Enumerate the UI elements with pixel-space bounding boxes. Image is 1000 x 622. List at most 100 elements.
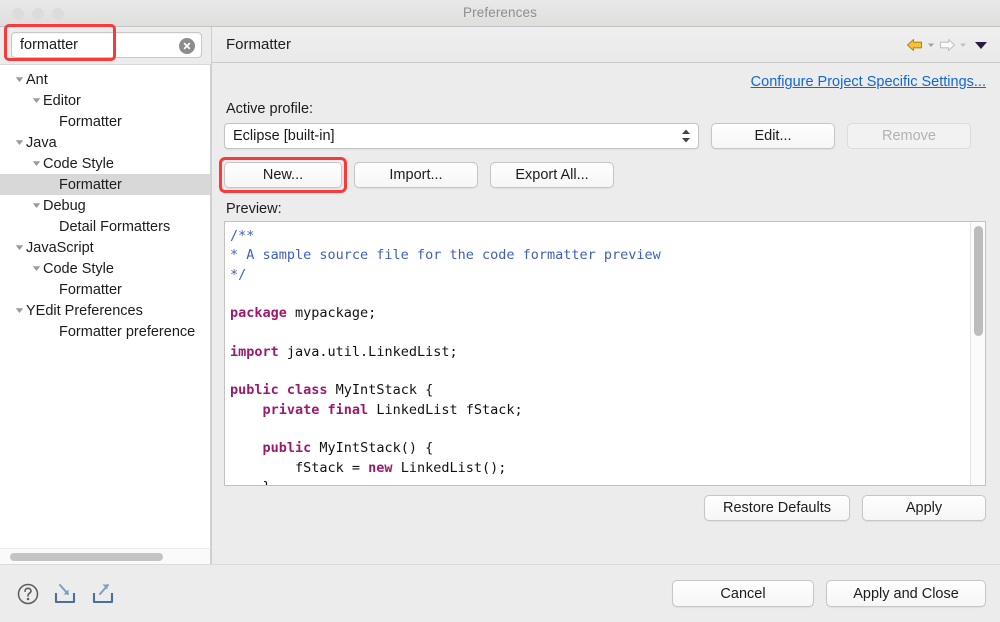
triangle-down-icon[interactable] (13, 138, 26, 147)
triangle-down-icon[interactable] (30, 159, 43, 168)
code-token: mypackage; (287, 305, 376, 321)
configure-project-specific-settings-link[interactable]: Configure Project Specific Settings... (751, 74, 986, 90)
tree-item-formatter[interactable]: Formatter (0, 111, 210, 132)
code-line: * A sample source file for the code form… (230, 246, 970, 265)
view-menu-triangle-down-icon[interactable] (974, 40, 988, 50)
footer-buttons: Cancel Apply and Close (672, 580, 986, 607)
navigation-icons (906, 37, 988, 53)
tree-item-formatter-preference[interactable]: Formatter preference (0, 321, 210, 342)
back-dropdown-caret-icon[interactable] (927, 41, 935, 49)
edit-profile-button[interactable]: Edit... (711, 123, 835, 149)
help-question-mark-icon[interactable] (16, 582, 40, 606)
export-preferences-icon[interactable] (90, 582, 116, 606)
title-bar: Preferences (0, 0, 1000, 27)
footer-icon-group (16, 582, 672, 606)
code-line: public class MyIntStack { (230, 381, 970, 400)
code-token: LinkedList(); (393, 460, 507, 476)
import-preferences-icon[interactable] (52, 582, 78, 606)
new-profile-button[interactable]: New... (224, 162, 342, 188)
code-line: */ (230, 266, 970, 285)
active-profile-value: Eclipse [built-in] (225, 128, 335, 144)
preferences-window: Preferences formatter Ant Editor Formatter… (0, 0, 1000, 622)
preview-label: Preview: (226, 201, 986, 217)
sidebar: formatter AntEditorFormatterJavaCode Sty… (0, 27, 211, 564)
tree-item-label: Editor (43, 93, 81, 109)
active-profile-select[interactable]: Eclipse [built-in] (224, 123, 699, 149)
forward-dropdown-caret-icon[interactable] (959, 41, 967, 49)
tree-item-formatter[interactable]: Formatter (0, 279, 210, 300)
code-token: public class (230, 382, 328, 398)
code-token: fStack = (230, 460, 368, 476)
cancel-button[interactable]: Cancel (672, 580, 814, 607)
code-token: MyIntStack { (328, 382, 434, 398)
active-profile-label: Active profile: (226, 101, 986, 117)
code-token: import (230, 344, 279, 360)
preferences-tree[interactable]: AntEditorFormatterJavaCode StyleFormatte… (0, 64, 211, 548)
tree-item-label: Code Style (43, 261, 114, 277)
apply-and-close-button[interactable]: Apply and Close (826, 580, 986, 607)
code-line (230, 285, 970, 304)
page-header: Formatter (212, 27, 1000, 63)
tree-horizontal-scrollbar[interactable] (0, 548, 211, 564)
restore-defaults-button[interactable]: Restore Defaults (704, 495, 850, 521)
tree-item-detail-formatters[interactable]: Detail Formatters (0, 216, 210, 237)
back-arrow-icon[interactable] (906, 37, 924, 53)
code-token: LinkedList fStack; (368, 402, 522, 418)
code-token: java.util.LinkedList; (279, 344, 458, 360)
triangle-down-icon[interactable] (30, 201, 43, 210)
tree-item-editor[interactable]: Editor (0, 90, 210, 111)
tree-item-debug[interactable]: Debug (0, 195, 210, 216)
tree-item-label: YEdit Preferences (26, 303, 143, 319)
tree-item-ant[interactable]: Ant (0, 69, 210, 90)
profile-actions-row: New... Import... Export All... (224, 162, 986, 188)
search-input[interactable]: formatter (11, 32, 202, 58)
triangle-down-icon[interactable] (13, 306, 26, 315)
tree-hscroll-thumb[interactable] (10, 553, 163, 561)
tree-item-label: Formatter (59, 282, 122, 298)
code-token: new (368, 460, 392, 476)
clear-search-icon[interactable] (179, 38, 195, 54)
dialog-body: formatter AntEditorFormatterJavaCode Sty… (0, 27, 1000, 564)
code-line: /** (230, 227, 970, 246)
formatter-settings: Configure Project Specific Settings... A… (212, 63, 1000, 564)
select-stepper-icon (681, 129, 691, 143)
export-all-profiles-button[interactable]: Export All... (490, 162, 614, 188)
code-line: private final LinkedList fStack; (230, 401, 970, 420)
forward-arrow-icon[interactable] (938, 37, 956, 53)
tree-item-label: Formatter preference (59, 324, 195, 340)
code-line: fStack = new LinkedList(); (230, 459, 970, 478)
triangle-down-icon[interactable] (13, 75, 26, 84)
tree-item-code-style[interactable]: Code Style (0, 258, 210, 279)
triangle-down-icon[interactable] (13, 243, 26, 252)
tree-item-label: Debug (43, 198, 86, 214)
page-title: Formatter (226, 36, 906, 53)
code-preview-panel: /** * A sample source file for the code f… (224, 221, 986, 486)
code-token: */ (230, 267, 246, 283)
code-token: * A sample source file for the code form… (230, 247, 661, 263)
window-title: Preferences (0, 5, 1000, 20)
triangle-down-icon[interactable] (30, 264, 43, 273)
tree-item-code-style[interactable]: Code Style (0, 153, 210, 174)
code-line (230, 323, 970, 342)
preview-vertical-scrollbar[interactable] (970, 222, 985, 485)
tree-item-javascript[interactable]: JavaScript (0, 237, 210, 258)
dialog-footer: Cancel Apply and Close (0, 564, 1000, 622)
code-preview-text: /** * A sample source file for the code f… (225, 222, 970, 485)
filter-search-container: formatter (11, 32, 202, 58)
tree-item-formatter[interactable]: Formatter (0, 174, 210, 195)
tree-item-label: Code Style (43, 156, 114, 172)
triangle-down-icon[interactable] (30, 96, 43, 105)
tree-item-yedit-preferences[interactable]: YEdit Preferences (0, 300, 210, 321)
code-token: MyIntStack() { (311, 440, 433, 456)
code-line: public MyIntStack() { (230, 439, 970, 458)
preview-vscroll-thumb[interactable] (974, 226, 983, 336)
apply-button[interactable]: Apply (862, 495, 986, 521)
active-profile-row: Eclipse [built-in] Edit... Remove (224, 123, 986, 149)
code-token: private final (263, 402, 369, 418)
code-token: /** (230, 228, 254, 244)
import-profile-button[interactable]: Import... (354, 162, 478, 188)
code-line (230, 362, 970, 381)
tree-item-label: Ant (26, 72, 48, 88)
code-line (230, 420, 970, 439)
tree-item-java[interactable]: Java (0, 132, 210, 153)
